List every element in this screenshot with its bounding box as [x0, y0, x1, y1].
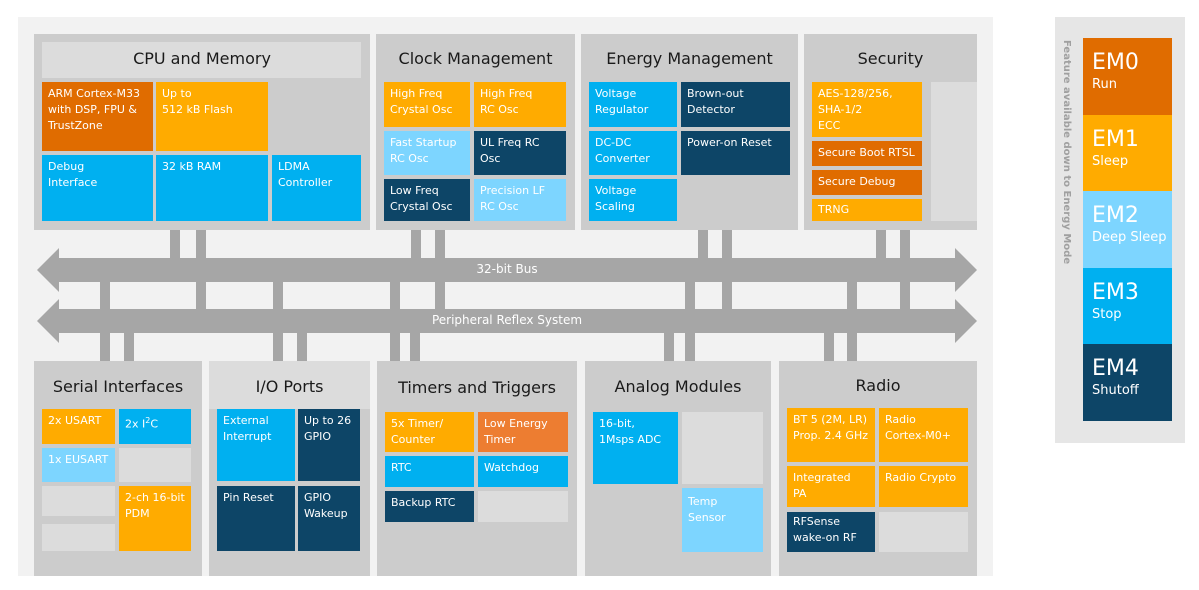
voltage-scaling: Voltage Scaling: [589, 179, 677, 221]
empty-cell: [682, 412, 763, 484]
debug-interface: Debug Interface: [42, 155, 153, 221]
power-on-reset: Power-on Reset: [681, 131, 790, 175]
voltage-regulator: Voltage Regulator: [589, 82, 677, 127]
block-title: I/O Ports: [255, 377, 324, 396]
secure-debug: Secure Debug: [812, 170, 922, 195]
block-title: Clock Management: [398, 49, 553, 68]
32-bit-bus-arrow: 32-bit Bus: [37, 248, 977, 292]
empty-cell: [42, 486, 115, 516]
bt5-radio: BT 5 (2M, LR) Prop. 2.4 GHz: [787, 408, 875, 462]
legend-em0: EM0 Run: [1083, 38, 1172, 115]
empty-cell: [879, 512, 968, 552]
cpu-memory-block: CPU and Memory ARM Cortex-M33 with DSP, …: [34, 34, 370, 230]
arm-core: ARM Cortex-M33 with DSP, FPU & TrustZone: [42, 82, 153, 151]
serial-interfaces-block: Serial Interfaces 2x USART 2x I2C 1x EUS…: [34, 361, 202, 576]
block-title: Radio: [855, 376, 901, 395]
flash: Up to 512 kB Flash: [156, 82, 268, 151]
block-title: Analog Modules: [614, 377, 742, 396]
lf-crystal-osc: Low Freq Crystal Osc: [384, 179, 470, 221]
io-ports-block: I/O Ports External Interrupt Up to 26 GP…: [209, 361, 370, 576]
radio-crypto: Radio Crypto: [879, 466, 968, 507]
trng: TRNG: [812, 199, 922, 221]
empty-cell: [478, 491, 568, 522]
block-title: Energy Management: [606, 49, 773, 68]
legend-em1: EM1 Sleep: [1083, 115, 1172, 191]
legend-caption: Feature available down to Energy Mode: [1061, 40, 1072, 265]
prs-arrow: Peripheral Reflex System: [37, 299, 977, 343]
legend-em4: EM4 Shutoff: [1083, 344, 1172, 421]
aes-sha-ecc: AES-128/256, SHA-1/2 ECC: [812, 82, 922, 137]
gpio-wakeup: GPIO Wakeup: [298, 486, 360, 551]
block-title: Security: [857, 49, 924, 68]
gpio: Up to 26 GPIO: [298, 409, 360, 481]
block-title: Timers and Triggers: [398, 378, 556, 397]
clock-management-block: Clock Management High Freq Crystal Osc H…: [376, 34, 575, 230]
radio-cortex-m0: Radio Cortex-M0+: [879, 408, 968, 462]
pdm: 2-ch 16-bit PDM: [119, 486, 191, 551]
rtc: RTC: [385, 456, 474, 487]
timer-counter: 5x Timer/ Counter: [385, 412, 474, 452]
temp-sensor: Temp Sensor: [682, 488, 763, 552]
brown-out-detector: Brown-out Detector: [681, 82, 790, 127]
ul-freq-rc-osc: UL Freq RC Osc: [474, 131, 566, 175]
fast-startup-rc-osc: Fast Startup RC Osc: [384, 131, 470, 175]
hf-crystal-osc: High Freq Crystal Osc: [384, 82, 470, 127]
hf-rc-osc: High Freq RC Osc: [474, 82, 566, 127]
ldma: LDMA Controller: [272, 155, 361, 221]
ram: 32 kB RAM: [156, 155, 268, 221]
external-interrupt: External Interrupt: [217, 409, 295, 481]
empty-cell: [119, 448, 191, 482]
analog-modules-block: Analog Modules 16-bit, 1Msps ADC Temp Se…: [585, 361, 771, 576]
block-title: Serial Interfaces: [52, 377, 184, 396]
i2c: 2x I2C: [119, 409, 191, 444]
timers-triggers-block: Timers and Triggers 5x Timer/ Counter Lo…: [377, 361, 577, 576]
dc-dc-converter: DC-DC Converter: [589, 131, 677, 175]
precision-lf-rc-osc: Precision LF RC Osc: [474, 179, 566, 221]
backup-rtc: Backup RTC: [385, 491, 474, 522]
security-block: Security AES-128/256, SHA-1/2 ECC Secure…: [804, 34, 977, 230]
pin-reset: Pin Reset: [217, 486, 295, 551]
eusart: 1x EUSART: [42, 448, 115, 482]
watchdog: Watchdog: [478, 456, 568, 487]
empty-cell: [42, 524, 115, 551]
legend-em2: EM2 Deep Sleep: [1083, 191, 1172, 268]
empty-cell: [931, 82, 977, 221]
block-title: CPU and Memory: [133, 49, 271, 68]
secure-boot: Secure Boot RTSL: [812, 141, 922, 166]
integrated-pa: Integrated PA: [787, 466, 875, 507]
prs-label: Peripheral Reflex System: [431, 313, 583, 327]
energy-management-block: Energy Management Voltage Regulator Brow…: [581, 34, 798, 230]
usart: 2x USART: [42, 409, 115, 444]
rfsense: RFSense wake-on RF: [787, 512, 875, 552]
legend-em3: EM3 Stop: [1083, 268, 1172, 344]
low-energy-timer: Low Energy Timer: [478, 412, 568, 452]
adc: 16-bit, 1Msps ADC: [593, 412, 678, 484]
radio-block: Radio BT 5 (2M, LR) Prop. 2.4 GHz Radio …: [779, 361, 977, 576]
bus-label: 32-bit Bus: [476, 262, 538, 276]
